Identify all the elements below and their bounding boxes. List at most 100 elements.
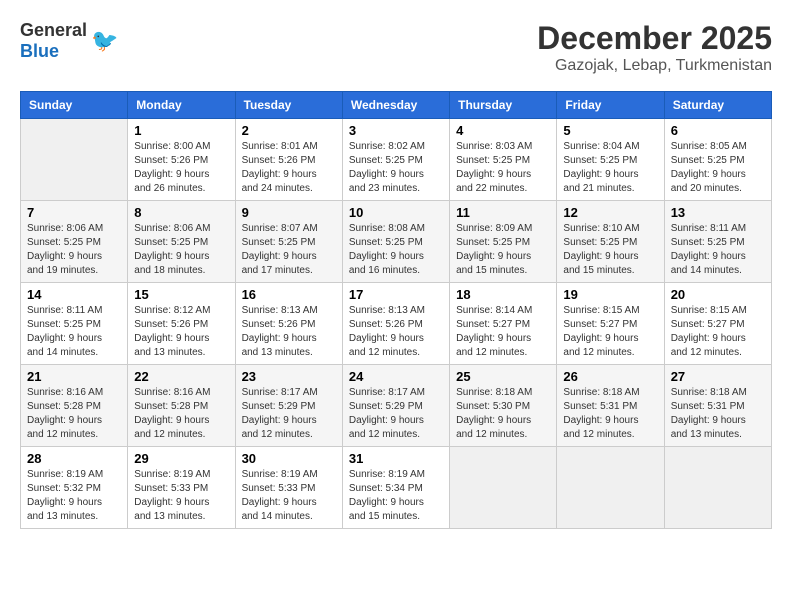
calendar-day-cell: 2 Sunrise: 8:01 AMSunset: 5:26 PMDaylight…: [235, 119, 342, 201]
day-number: 28: [27, 451, 121, 466]
calendar-day-cell: 31 Sunrise: 8:19 AMSunset: 5:34 PMDayligh…: [342, 447, 449, 529]
day-info: Sunrise: 8:18 AMSunset: 5:31 PMDaylight:…: [671, 386, 765, 442]
day-number: 16: [242, 287, 336, 302]
calendar-day-cell: 30Sunrise: 8:19 AMSunset: 5:33 PMDayligh…: [235, 447, 342, 529]
bird-icon: 🐦: [91, 28, 118, 54]
day-number: 2: [242, 123, 336, 138]
header: General Blue 🐦 December 2025 Gazojak, Le…: [20, 20, 772, 75]
day-info: Sunrise: 8:19 AMSunset: 5:32 PMDaylight:…: [27, 468, 121, 524]
calendar-day-cell: 10Sunrise: 8:08 AMSunset: 5:25 PMDayligh…: [342, 201, 449, 283]
day-info: Sunrise: 8:06 AMSunset: 5:25 PMDaylight:…: [27, 222, 121, 278]
day-number: 29: [134, 451, 228, 466]
day-info: Sunrise: 8:13 AMSunset: 5:26 PMDaylight:…: [349, 304, 443, 360]
day-info: Sunrise: 8:05 AMSunset: 5:25 PMDaylight:…: [671, 140, 765, 196]
day-number: 5: [563, 123, 657, 138]
day-number: 7: [27, 205, 121, 220]
day-info: Sunrise: 8:15 AMSunset: 5:27 PMDaylight:…: [671, 304, 765, 360]
calendar-day-cell: 21 Sunrise: 8:16 AMSunset: 5:28 PMDayligh…: [21, 365, 128, 447]
calendar-header-cell: Saturday: [664, 92, 771, 119]
location-subtitle: Gazojak, Lebap, Turkmenistan: [537, 57, 772, 75]
day-number: 12: [563, 205, 657, 220]
calendar-day-cell: [21, 119, 128, 201]
calendar-day-cell: 14Sunrise: 8:11 AMSunset: 5:25 PMDayligh…: [21, 283, 128, 365]
title-area: December 2025 Gazojak, Lebap, Turkmenist…: [537, 20, 772, 75]
calendar-day-cell: 4 Sunrise: 8:03 AMSunset: 5:25 PMDaylight…: [450, 119, 557, 201]
calendar-week-row: 21 Sunrise: 8:16 AMSunset: 5:28 PMDayligh…: [21, 365, 772, 447]
calendar-day-cell: 27Sunrise: 8:18 AMSunset: 5:31 PMDayligh…: [664, 365, 771, 447]
calendar-day-cell: 25Sunrise: 8:18 AMSunset: 5:30 PMDayligh…: [450, 365, 557, 447]
day-info: Sunrise: 8:06 AMSunset: 5:25 PMDaylight:…: [134, 222, 228, 278]
day-number: 18: [456, 287, 550, 302]
calendar-day-cell: 3 Sunrise: 8:02 AMSunset: 5:25 PMDaylight…: [342, 119, 449, 201]
day-info: Sunrise: 8:14 AMSunset: 5:27 PMDaylight:…: [456, 304, 550, 360]
day-number: 26: [563, 369, 657, 384]
logo: General Blue 🐦: [20, 20, 118, 62]
calendar-day-cell: 11Sunrise: 8:09 AMSunset: 5:25 PMDayligh…: [450, 201, 557, 283]
day-info: Sunrise: 8:13 AMSunset: 5:26 PMDaylight:…: [242, 304, 336, 360]
day-number: 3: [349, 123, 443, 138]
day-number: 13: [671, 205, 765, 220]
calendar-week-row: 14Sunrise: 8:11 AMSunset: 5:25 PMDayligh…: [21, 283, 772, 365]
calendar-day-cell: 26 Sunrise: 8:18 AMSunset: 5:31 PMDayligh…: [557, 365, 664, 447]
day-info: Sunrise: 8:00 AMSunset: 5:26 PMDaylight:…: [134, 140, 228, 196]
day-number: 31: [349, 451, 443, 466]
day-info: Sunrise: 8:19 AMSunset: 5:33 PMDaylight:…: [134, 468, 228, 524]
day-info: Sunrise: 8:03 AMSunset: 5:25 PMDaylight:…: [456, 140, 550, 196]
day-number: 14: [27, 287, 121, 302]
calendar-day-cell: 23Sunrise: 8:17 AMSunset: 5:29 PMDayligh…: [235, 365, 342, 447]
day-info: Sunrise: 8:18 AMSunset: 5:30 PMDaylight:…: [456, 386, 550, 442]
calendar-day-cell: 17 Sunrise: 8:13 AMSunset: 5:26 PMDayligh…: [342, 283, 449, 365]
calendar-day-cell: 8 Sunrise: 8:06 AMSunset: 5:25 PMDaylight…: [128, 201, 235, 283]
calendar-header-cell: Thursday: [450, 92, 557, 119]
day-number: 8: [134, 205, 228, 220]
day-number: 4: [456, 123, 550, 138]
calendar-day-cell: 1Sunrise: 8:00 AMSunset: 5:26 PMDaylight…: [128, 119, 235, 201]
calendar-day-cell: 18 Sunrise: 8:14 AMSunset: 5:27 PMDayligh…: [450, 283, 557, 365]
month-title: December 2025: [537, 20, 772, 57]
calendar-day-cell: 6 Sunrise: 8:05 AMSunset: 5:25 PMDaylight…: [664, 119, 771, 201]
calendar-day-cell: [557, 447, 664, 529]
day-number: 9: [242, 205, 336, 220]
calendar-day-cell: 13 Sunrise: 8:11 AMSunset: 5:25 PMDayligh…: [664, 201, 771, 283]
day-number: 23: [242, 369, 336, 384]
calendar-header-cell: Tuesday: [235, 92, 342, 119]
day-info: Sunrise: 8:02 AMSunset: 5:25 PMDaylight:…: [349, 140, 443, 196]
calendar-day-cell: 9 Sunrise: 8:07 AMSunset: 5:25 PMDaylight…: [235, 201, 342, 283]
day-info: Sunrise: 8:12 AMSunset: 5:26 PMDaylight:…: [134, 304, 228, 360]
logo-blue: Blue: [20, 41, 59, 61]
day-info: Sunrise: 8:16 AMSunset: 5:28 PMDaylight:…: [134, 386, 228, 442]
calendar-day-cell: [664, 447, 771, 529]
calendar-header-cell: Monday: [128, 92, 235, 119]
day-info: Sunrise: 8:16 AMSunset: 5:28 PMDaylight:…: [27, 386, 121, 442]
day-number: 21: [27, 369, 121, 384]
calendar-header-cell: Friday: [557, 92, 664, 119]
day-number: 22: [134, 369, 228, 384]
day-number: 10: [349, 205, 443, 220]
day-info: Sunrise: 8:17 AMSunset: 5:29 PMDaylight:…: [349, 386, 443, 442]
calendar-header-cell: Wednesday: [342, 92, 449, 119]
day-info: Sunrise: 8:04 AMSunset: 5:25 PMDaylight:…: [563, 140, 657, 196]
day-info: Sunrise: 8:19 AMSunset: 5:34 PMDaylight:…: [349, 468, 443, 524]
calendar-week-row: 28 Sunrise: 8:19 AMSunset: 5:32 PMDayligh…: [21, 447, 772, 529]
day-info: Sunrise: 8:11 AMSunset: 5:25 PMDaylight:…: [671, 222, 765, 278]
calendar-day-cell: 20Sunrise: 8:15 AMSunset: 5:27 PMDayligh…: [664, 283, 771, 365]
day-info: Sunrise: 8:01 AMSunset: 5:26 PMDaylight:…: [242, 140, 336, 196]
day-info: Sunrise: 8:07 AMSunset: 5:25 PMDaylight:…: [242, 222, 336, 278]
calendar-body: 1Sunrise: 8:00 AMSunset: 5:26 PMDaylight…: [21, 119, 772, 529]
day-number: 6: [671, 123, 765, 138]
calendar-day-cell: 7 Sunrise: 8:06 AMSunset: 5:25 PMDaylight…: [21, 201, 128, 283]
day-info: Sunrise: 8:18 AMSunset: 5:31 PMDaylight:…: [563, 386, 657, 442]
calendar-header-row: SundayMondayTuesdayWednesdayThursdayFrid…: [21, 92, 772, 119]
calendar-day-cell: 29 Sunrise: 8:19 AMSunset: 5:33 PMDayligh…: [128, 447, 235, 529]
calendar-week-row: 1Sunrise: 8:00 AMSunset: 5:26 PMDaylight…: [21, 119, 772, 201]
calendar-table: SundayMondayTuesdayWednesdayThursdayFrid…: [20, 91, 772, 529]
calendar-day-cell: 19Sunrise: 8:15 AMSunset: 5:27 PMDayligh…: [557, 283, 664, 365]
day-info: Sunrise: 8:19 AMSunset: 5:33 PMDaylight:…: [242, 468, 336, 524]
day-number: 24: [349, 369, 443, 384]
calendar-day-cell: 16 Sunrise: 8:13 AMSunset: 5:26 PMDayligh…: [235, 283, 342, 365]
day-info: Sunrise: 8:15 AMSunset: 5:27 PMDaylight:…: [563, 304, 657, 360]
day-info: Sunrise: 8:09 AMSunset: 5:25 PMDaylight:…: [456, 222, 550, 278]
calendar-day-cell: 12Sunrise: 8:10 AMSunset: 5:25 PMDayligh…: [557, 201, 664, 283]
calendar-day-cell: 5 Sunrise: 8:04 AMSunset: 5:25 PMDaylight…: [557, 119, 664, 201]
day-number: 17: [349, 287, 443, 302]
